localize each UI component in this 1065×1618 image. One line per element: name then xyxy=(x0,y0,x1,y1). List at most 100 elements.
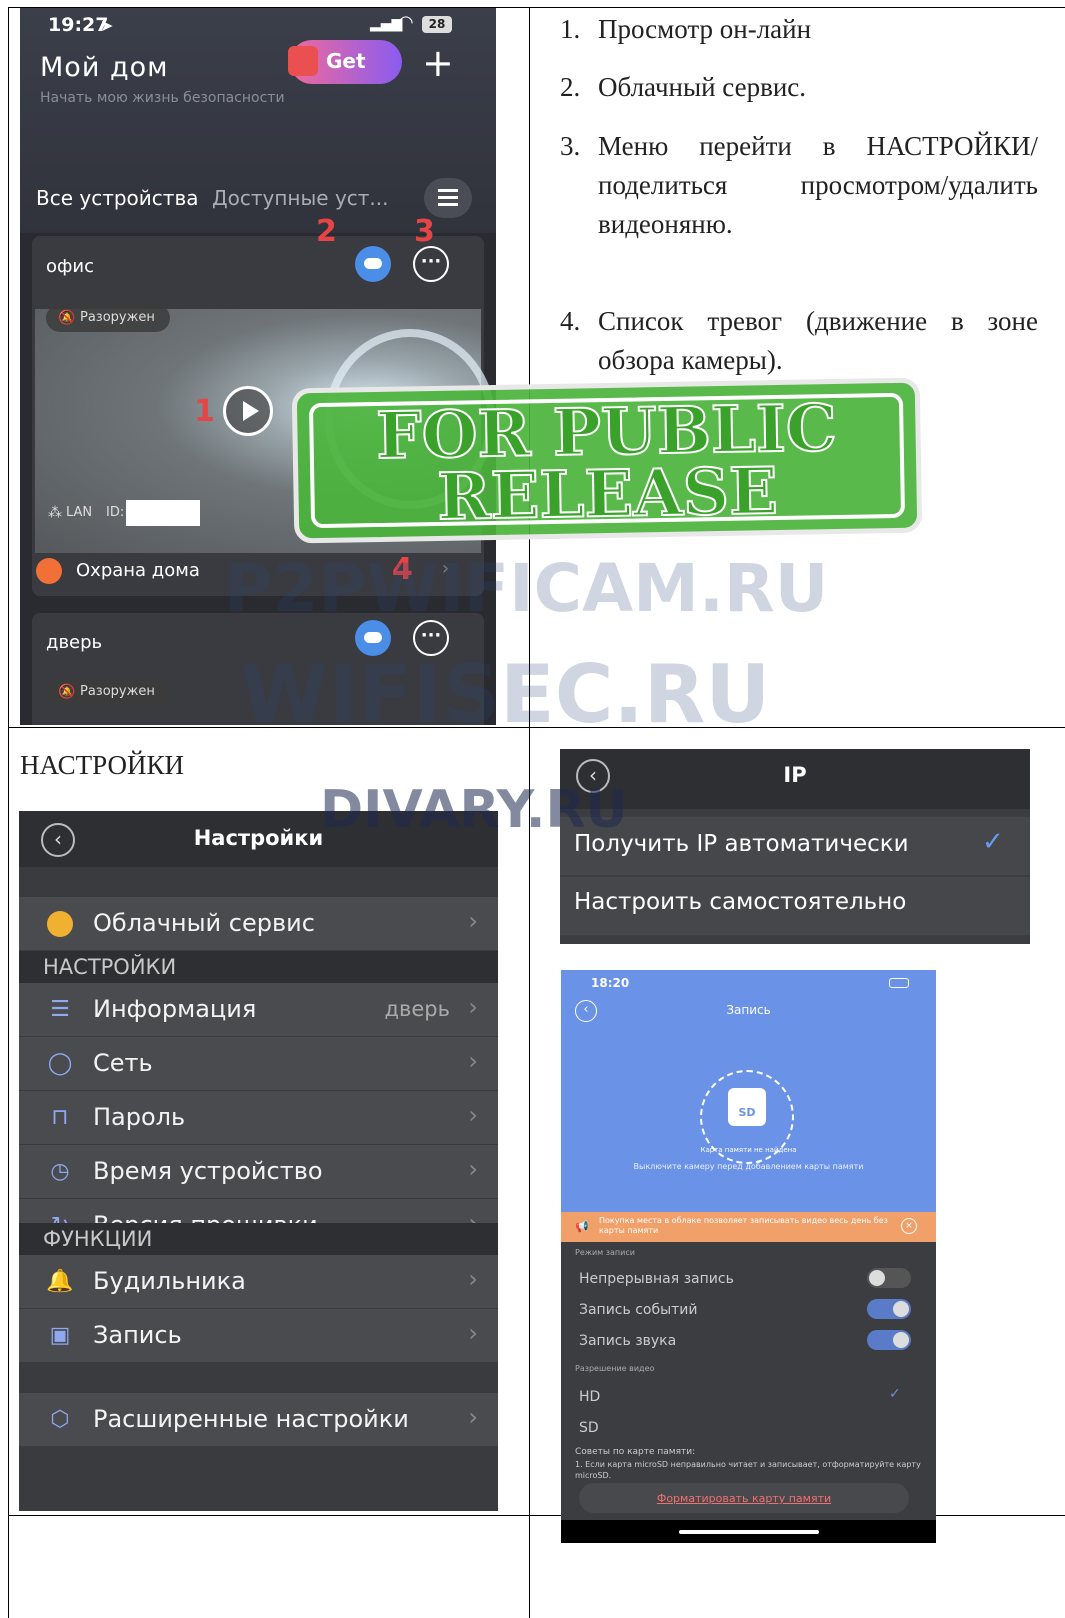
device1-status-label: Разоружен xyxy=(80,310,155,325)
device2-status-label: Разоружен xyxy=(80,684,155,699)
cloud-banner[interactable]: 📢 Покупка места в облаке позволяет запис… xyxy=(561,1212,936,1242)
settings-row-password[interactable]: ⊓ Пароль › xyxy=(19,1091,498,1145)
instruction-item-1: 1. Просмотр он-лайн xyxy=(560,10,1038,49)
checkmark-icon: ✓ xyxy=(982,827,1004,857)
chevron-right-icon: › xyxy=(468,907,478,935)
device1-conn-label: LAN xyxy=(66,505,93,520)
format-button[interactable]: Форматировать карту памяти xyxy=(579,1483,909,1513)
menu-list-button[interactable] xyxy=(424,178,472,218)
location-arrow-icon: ➤ xyxy=(100,16,114,35)
record-title: Запись xyxy=(726,1003,771,1017)
device1-id-label: ID: xyxy=(106,505,125,520)
promo-get-label: Get xyxy=(326,49,366,73)
wifi-icon: ◠ xyxy=(398,12,414,33)
play-icon xyxy=(243,401,259,421)
megaphone-icon: 📢 xyxy=(575,1220,589,1233)
toggle-knob xyxy=(893,1301,909,1317)
chevron-right-icon: › xyxy=(468,1101,478,1129)
settings-info-label: Информация xyxy=(93,995,257,1023)
instruction-num-1: 1. xyxy=(560,14,581,44)
instruction-item-2: 2. Облачный сервис. xyxy=(560,68,1038,107)
more-options-button[interactable]: ··· xyxy=(413,246,449,282)
device1-id-redacted xyxy=(126,500,200,526)
settings-group-header-1: НАСТРОЙКИ xyxy=(19,951,498,983)
ip-option-auto[interactable]: Получить IP автоматически ✓ xyxy=(560,817,1030,875)
settings-row-advanced[interactable]: ⬡ Расширенные настройки › xyxy=(19,1393,498,1447)
settings-cloud-label: Облачный сервис xyxy=(93,909,315,937)
settings-row-record[interactable]: ▣ Запись › xyxy=(19,1309,498,1363)
chevron-right-icon: › xyxy=(468,1265,478,1293)
record-battery-icon xyxy=(889,978,909,988)
device2-status-pill: 🔕 Разоружен xyxy=(46,678,170,706)
sound-label: Запись звука xyxy=(579,1333,677,1349)
settings-row-time[interactable]: ◷ Время устройство › xyxy=(19,1145,498,1199)
instruction-num-2: 2. xyxy=(560,72,581,102)
watermark-p2pwificam: P2PWIFICAM.RU xyxy=(224,550,829,627)
bell-off-icon-2: 🔕 xyxy=(58,684,76,700)
watermark-divary: DIVARY.RU xyxy=(320,780,628,840)
tab-all-devices[interactable]: Все устройства xyxy=(36,186,198,210)
ip-option-manual[interactable]: Настроить самостоятельно xyxy=(560,877,1030,935)
format-label: Форматировать карту памяти xyxy=(656,1492,832,1505)
add-device-icon[interactable]: + xyxy=(422,44,454,82)
marker-1: 1 xyxy=(194,394,215,429)
recording-screenshot: 18:20 ‹ Запись SD Карта памяти не найден… xyxy=(561,970,936,1543)
cloud-icon xyxy=(45,909,75,939)
tab-available-devices[interactable]: Доступные уст... xyxy=(212,186,389,210)
settings-row-info[interactable]: ☰ Информация дверь › xyxy=(19,983,498,1037)
events-toggle[interactable] xyxy=(867,1299,911,1319)
sd-card-label: SD xyxy=(738,1106,756,1119)
settings-time-label: Время устройство xyxy=(93,1157,323,1185)
chevron-right-icon: › xyxy=(468,1319,478,1347)
settings-password-label: Пароль xyxy=(93,1103,186,1131)
promo-get-button[interactable]: Get xyxy=(288,40,402,84)
chevron-right-icon: › xyxy=(468,1403,478,1431)
device1-name: офис xyxy=(46,256,94,277)
cloud-service-button[interactable] xyxy=(355,246,391,282)
res-hd-check-icon: ✓ xyxy=(889,1386,901,1402)
toggle-knob xyxy=(869,1270,885,1286)
stamp-line-2: RELEASE xyxy=(436,453,780,536)
tips-title: Советы по карте памяти: xyxy=(575,1447,696,1457)
instruction-num-4: 4. xyxy=(560,306,581,336)
res-sd-option[interactable]: SD xyxy=(579,1420,599,1436)
settings-row-cloud[interactable]: Облачный сервис › xyxy=(19,897,498,951)
record-not-found: Карта памяти не найдена xyxy=(700,1146,797,1154)
section-label: НАСТРОЙКИ xyxy=(20,750,185,780)
close-icon[interactable]: × xyxy=(901,1218,917,1234)
instruction-item-4: 4. Список тревог (движение в зоне обзора… xyxy=(560,302,1038,380)
settings-advanced-label: Расширенные настройки xyxy=(93,1405,409,1433)
settings-screenshot: ‹ Настройки Облачный сервис › НАСТРОЙКИ … xyxy=(19,811,498,1511)
mode-header: Режим записи xyxy=(575,1248,635,1257)
ip-title: IP xyxy=(783,763,807,787)
res-hd-option[interactable]: HD xyxy=(579,1389,600,1405)
network-planet-icon: ◯ xyxy=(47,1051,73,1076)
settings-info-value: дверь xyxy=(384,997,450,1021)
settings-row-network[interactable]: ◯ Сеть › xyxy=(19,1037,498,1091)
watermark-wifisec: WIFISEC.RU xyxy=(240,648,771,741)
home-subtitle: Начать мою жизнь безопасности xyxy=(40,90,285,106)
table-border-left xyxy=(8,7,9,1618)
instruction-num-3: 3. xyxy=(560,131,581,161)
instruction-text-3: Меню перейти в НАСТРОЙКИ/поделиться прос… xyxy=(598,131,1038,239)
device1-status-pill: 🔕 Разоружен xyxy=(46,304,170,332)
chevron-right-icon: › xyxy=(468,1155,478,1183)
sound-toggle[interactable] xyxy=(867,1330,911,1350)
continuous-label: Непрерывная запись xyxy=(579,1271,734,1287)
marker-3: 3 xyxy=(414,214,435,249)
instruction-text-2: Облачный сервис. xyxy=(598,72,807,102)
play-button[interactable] xyxy=(223,386,273,436)
network-lan-icon: ⁂ xyxy=(48,505,62,521)
res-header: Разрешение видео xyxy=(575,1364,655,1373)
sd-card-icon: SD xyxy=(728,1088,766,1126)
settings-row-alarm[interactable]: 🔔 Будильника › xyxy=(19,1255,498,1309)
settings-alarm-label: Будильника xyxy=(93,1267,246,1295)
instruction-text-4: Список тревог (движение в зоне обзора ка… xyxy=(598,306,1038,375)
security-label: Охрана дома xyxy=(76,560,200,581)
gift-icon xyxy=(288,46,318,76)
continuous-toggle[interactable] xyxy=(867,1268,911,1288)
home-indicator xyxy=(561,1520,936,1543)
device2-name: дверь xyxy=(46,632,103,653)
instruction-item-3: 3. Меню перейти в НАСТРОЙКИ/поделиться п… xyxy=(560,127,1038,244)
public-release-stamp: FOR PUBLIC RELEASE xyxy=(291,377,923,544)
